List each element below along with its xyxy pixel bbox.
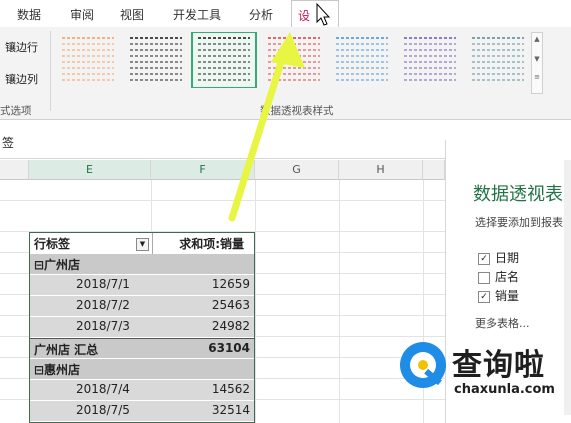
pivot-item-row[interactable]: 2018/7/3 24982 <box>30 317 254 338</box>
gridline <box>339 180 340 423</box>
pivot-row-value-text: 63104 <box>208 341 250 355</box>
column-header-h[interactable]: H <box>339 160 423 180</box>
watermark-url: chaxunla.com <box>454 382 555 397</box>
pivot-row-value-text: 14562 <box>211 382 250 396</box>
pivot-table[interactable]: 行标签 ▼ 求和项:销量 ⊟广州店 2018/7/1 12659 2018/7/2 25… <box>29 232 255 423</box>
pivot-row-value: 25463 <box>153 296 254 317</box>
field-label: 店名 <box>495 270 520 284</box>
pivot-row-label: 广州店 汇总 <box>30 339 152 360</box>
pivot-row-label-text: 2018/7/3 <box>76 319 130 333</box>
pivot-style-gallery <box>54 31 540 89</box>
more-tables-link[interactable]: 更多表格... <box>475 315 530 331</box>
column-header-f[interactable]: F <box>151 160 255 180</box>
field-label: 销量 <box>495 289 520 303</box>
pivot-row-label: 2018/7/4 <box>30 380 152 401</box>
pivot-row-value: 32514 <box>153 401 254 422</box>
sum-header-text: 求和项:销量 <box>179 237 244 251</box>
pivot-row-label-text: 2018/7/2 <box>76 298 130 312</box>
tab-view[interactable]: 视图 <box>120 6 144 23</box>
formula-bar-text: 签 <box>2 136 15 150</box>
pivot-row-label-text: ⊟惠州店 <box>34 363 81 377</box>
pivot-row-label-text: 2018/7/5 <box>76 403 130 417</box>
pivot-row-value-text: 12659 <box>211 277 250 291</box>
pivot-row-value-text: 24982 <box>211 319 250 333</box>
field-list-title: 数据透视表 <box>473 184 563 205</box>
filter-dropdown-icon[interactable]: ▼ <box>136 238 149 251</box>
watermark-name: 查询啦 <box>452 348 545 383</box>
pivot-row-label: 2018/7/2 <box>30 296 152 317</box>
row-labels-header[interactable]: 行标签 ▼ <box>30 233 153 254</box>
sum-header: 求和项:销量 <box>153 233 254 254</box>
pivot-row-label: 2018/7/5 <box>30 401 152 422</box>
pivot-row-value-text: 32514 <box>211 403 250 417</box>
pivot-styles-group-label: 数据透视表样式 <box>260 105 334 117</box>
pivot-item-row[interactable]: 2018/7/2 25463 <box>30 296 254 317</box>
pivot-row-value <box>153 254 254 275</box>
banded-rows-option[interactable]: 镶边行 <box>5 39 38 55</box>
banded-columns-option[interactable]: 镶边列 <box>5 71 38 87</box>
pivot-total-row[interactable]: 广州店 汇总 63104 <box>30 338 254 359</box>
gridline <box>255 180 256 423</box>
pivot-group-row[interactable]: ⊟广州店 <box>30 254 254 275</box>
style-thumbnails[interactable] <box>54 31 540 89</box>
pivot-row-value: 24982 <box>153 317 254 338</box>
pivot-item-row[interactable]: 2018/7/4 14562 <box>30 380 254 401</box>
pivot-header-row: 行标签 ▼ 求和项:销量 <box>30 233 254 254</box>
pivot-row-value-text: 25463 <box>211 298 250 312</box>
column-header-g[interactable]: G <box>255 160 339 180</box>
pivot-row-label: 2018/7/1 <box>30 275 152 296</box>
pivot-row-label: ⊟惠州店 <box>30 359 152 380</box>
pivot-item-row[interactable]: 2018/7/1 12659 <box>30 275 254 296</box>
group-divider <box>50 31 51 111</box>
gallery-scroll[interactable]: ▲ ▼ ≡ <box>531 32 543 94</box>
pivot-row-value <box>153 359 254 380</box>
field-item-date[interactable]: ✓ 日期 <box>478 249 519 266</box>
pivot-row-value: 63104 <box>153 339 254 360</box>
checkbox-unchecked-icon[interactable] <box>478 271 490 284</box>
pivot-row-label-text: 2018/7/1 <box>76 277 130 291</box>
pivot-row-value: 12659 <box>153 275 254 296</box>
column-header-edge <box>423 160 445 180</box>
pivot-group-row[interactable]: ⊟惠州店 <box>30 359 254 380</box>
column-header-e[interactable]: E <box>29 160 151 180</box>
column-header-blank <box>0 160 29 180</box>
tab-analyze[interactable]: 分析 <box>249 6 273 23</box>
pivot-row-label: 2018/7/3 <box>30 317 152 338</box>
field-label: 日期 <box>495 251 520 265</box>
pivot-row-label-text: 广州店 汇总 <box>34 343 99 357</box>
gridline <box>0 200 445 201</box>
pane-scrollbar[interactable] <box>564 160 571 415</box>
field-list-subtitle: 选择要添加到报表的 <box>475 216 571 229</box>
pivot-row-value: 14562 <box>153 380 254 401</box>
tab-developer[interactable]: 开发工具 <box>173 6 221 23</box>
pivot-row-label-text: ⊟广州店 <box>34 258 81 272</box>
ribbon-tab-bar: 数据 审阅 视图 开发工具 分析 设 <box>0 0 571 28</box>
checkbox-checked-icon[interactable]: ✓ <box>478 252 490 265</box>
pivot-row-label-text: 2018/7/4 <box>76 382 130 396</box>
site-watermark-logo: 查询啦 chaxunla.com <box>392 338 560 410</box>
tab-design[interactable]: 设 <box>291 0 339 27</box>
pivot-item-row[interactable]: 2018/7/5 32514 <box>30 401 254 422</box>
checkbox-checked-icon[interactable]: ✓ <box>478 290 490 303</box>
row-labels-text: 行标签 <box>34 237 71 251</box>
field-item-sales[interactable]: ✓ 销量 <box>478 287 519 304</box>
pivot-row-label: ⊟广州店 <box>30 254 152 275</box>
tab-data[interactable]: 数据 <box>17 6 41 23</box>
ribbon-body: 镶边行 镶边列 式选项 ▲ ▼ ≡ 数据透视表样式 <box>0 27 571 120</box>
tab-review[interactable]: 审阅 <box>70 6 94 23</box>
style-options-group-label: 式选项 <box>0 105 32 117</box>
field-item-store[interactable]: 店名 <box>478 268 519 285</box>
